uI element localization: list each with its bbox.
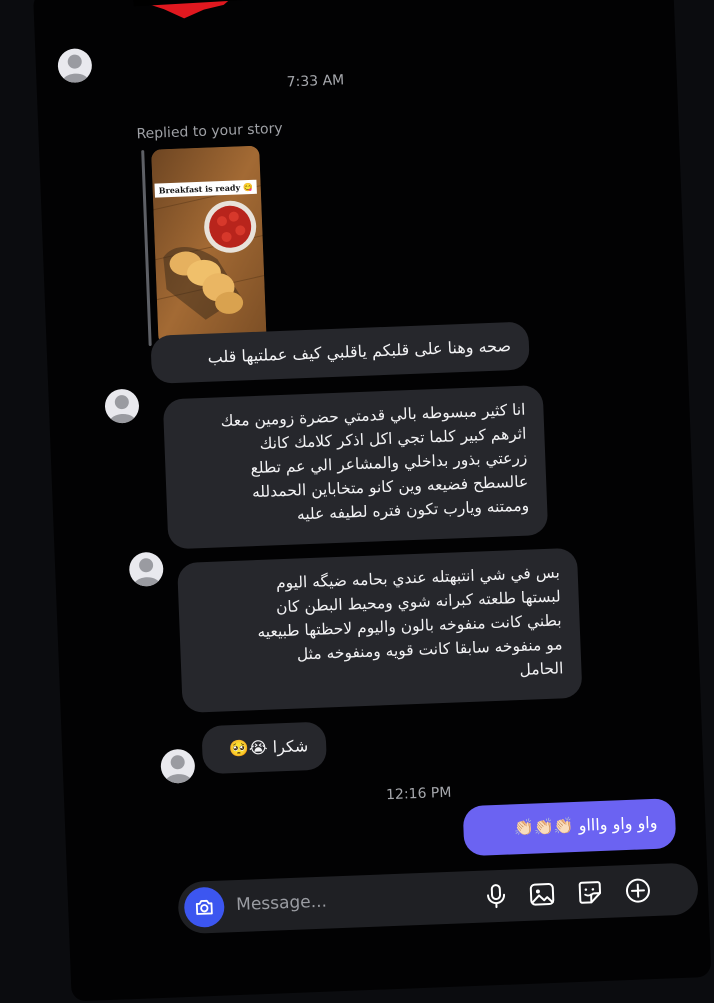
add-button[interactable] — [623, 876, 652, 905]
story-thumbnail[interactable]: Breakfast is ready 😋 — [151, 145, 267, 346]
camera-button[interactable] — [183, 886, 226, 929]
outgoing-message[interactable]: واو واو واااو 👏🏻👏🏻👏🏻 — [462, 798, 677, 857]
sticker-button[interactable] — [575, 878, 604, 907]
chat-screen: 7:33 AM Replied to your story Breakfast … — [33, 0, 712, 1002]
gallery-button[interactable] — [528, 880, 557, 909]
incoming-message[interactable]: شكرا 😭🥺 — [201, 721, 328, 775]
red-scribble — [133, 0, 244, 19]
message-composer: Message... — [177, 862, 699, 935]
plus-circle-icon — [625, 878, 650, 903]
timestamp: 7:33 AM — [286, 72, 345, 91]
contact-avatar[interactable] — [128, 551, 164, 587]
camera-icon — [195, 899, 213, 915]
reply-indicator — [141, 150, 152, 347]
message-input[interactable]: Message... — [236, 892, 327, 915]
incoming-message[interactable]: انا كثير مبسوطه بالي قدمتي حضرة زومين مع… — [162, 384, 549, 550]
gallery-icon — [529, 883, 555, 906]
contact-avatar[interactable] — [104, 388, 140, 424]
replied-to-story-label: Replied to your story — [136, 120, 283, 143]
story-image — [151, 145, 267, 346]
contact-avatar[interactable] — [57, 47, 93, 84]
contact-avatar[interactable] — [160, 748, 196, 784]
phone-screenshot: 7:33 AM Replied to your story Breakfast … — [0, 0, 714, 1002]
incoming-message[interactable]: بس في شي انتبهتله عندي بحامه ضيگه اليوم … — [177, 547, 583, 713]
microphone-icon — [487, 884, 506, 909]
timestamp: 12:16 PM — [385, 784, 452, 804]
microphone-button[interactable] — [482, 882, 511, 911]
sticker-icon — [578, 881, 602, 904]
